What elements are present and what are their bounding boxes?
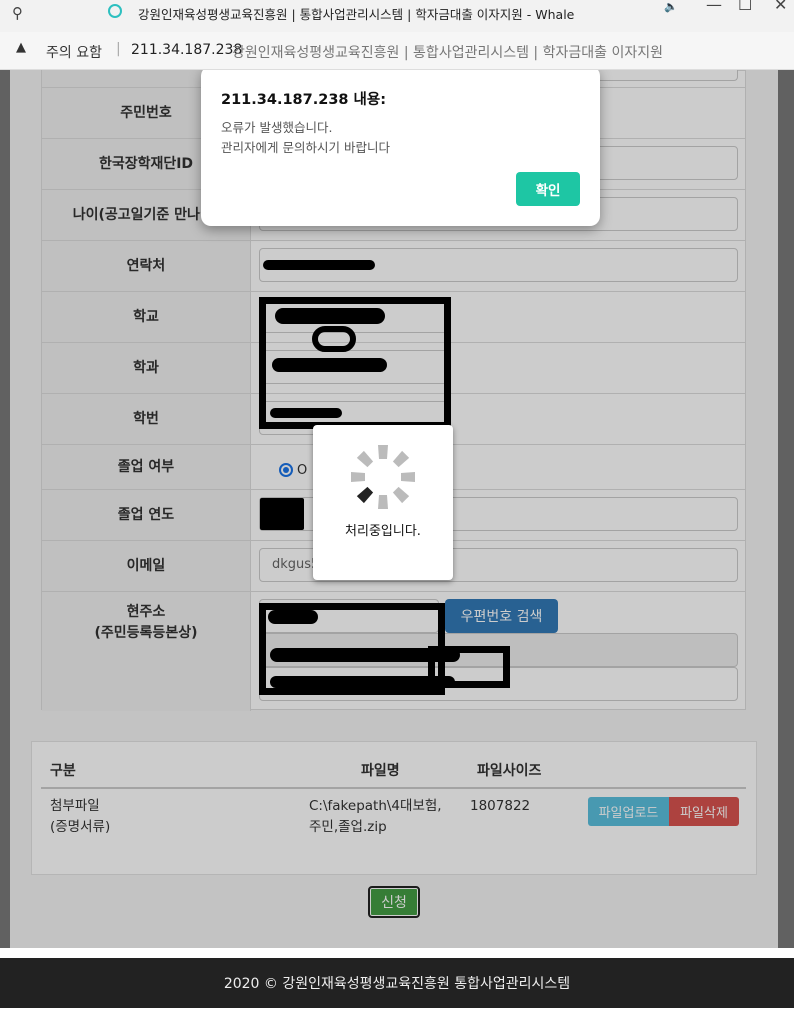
- warning-icon[interactable]: ▲: [16, 40, 26, 55]
- page-footer: 2020 © 강원인재육성평생교육진흥원 통합사업관리시스템: [0, 958, 794, 1008]
- whale-browser-icon: [108, 4, 122, 18]
- alert-message-line: 관리자에게 문의하시기 바랍니다: [221, 140, 390, 155]
- speaker-icon[interactable]: 🔈: [664, 0, 678, 13]
- window-title: 강원인재육성평생교육진흥원 | 통합사업관리시스템 | 학자금대출 이자지원 -…: [138, 7, 575, 22]
- alert-dialog: 211.34.187.238 내용: 오류가 발생했습니다. 관리자에게 문의하…: [201, 70, 600, 226]
- address-page-title[interactable]: 강원인재육성평생교육진흥원 | 통합사업관리시스템 | 학자금대출 이자지원: [232, 42, 663, 62]
- loading-message: 처리중입니다.: [345, 524, 421, 539]
- page-content: 주민번호 한국장학재단ID 나이(공고일기준 만나이) 연락처 학교 학과 학번…: [0, 70, 794, 1016]
- loading-spinner-icon: [351, 445, 415, 509]
- alert-message-line: 오류가 발생했습니다.: [221, 120, 333, 135]
- close-icon[interactable]: ✕: [774, 0, 787, 14]
- alert-message: 오류가 발생했습니다. 관리자에게 문의하시기 바랍니다: [221, 118, 390, 158]
- loading-modal: 처리중입니다.: [313, 425, 453, 580]
- address-separator: |: [116, 41, 121, 57]
- address-host[interactable]: 211.34.187.238: [131, 42, 242, 58]
- minimize-icon[interactable]: —: [706, 0, 722, 14]
- window-titlebar: ⚲ 강원인재육성평생교육진흥원 | 통합사업관리시스템 | 학자금대출 이자지원…: [0, 0, 794, 32]
- pin-icon[interactable]: ⚲: [12, 4, 23, 22]
- alert-ok-button[interactable]: 확인: [516, 172, 580, 206]
- security-warning[interactable]: 주의 요함: [46, 42, 102, 62]
- maximize-icon[interactable]: ☐: [738, 0, 752, 14]
- address-bar[interactable]: ▲ 주의 요함 | 211.34.187.238 강원인재육성평생교육진흥원 |…: [0, 32, 794, 70]
- alert-title: 211.34.187.238 내용:: [221, 92, 387, 108]
